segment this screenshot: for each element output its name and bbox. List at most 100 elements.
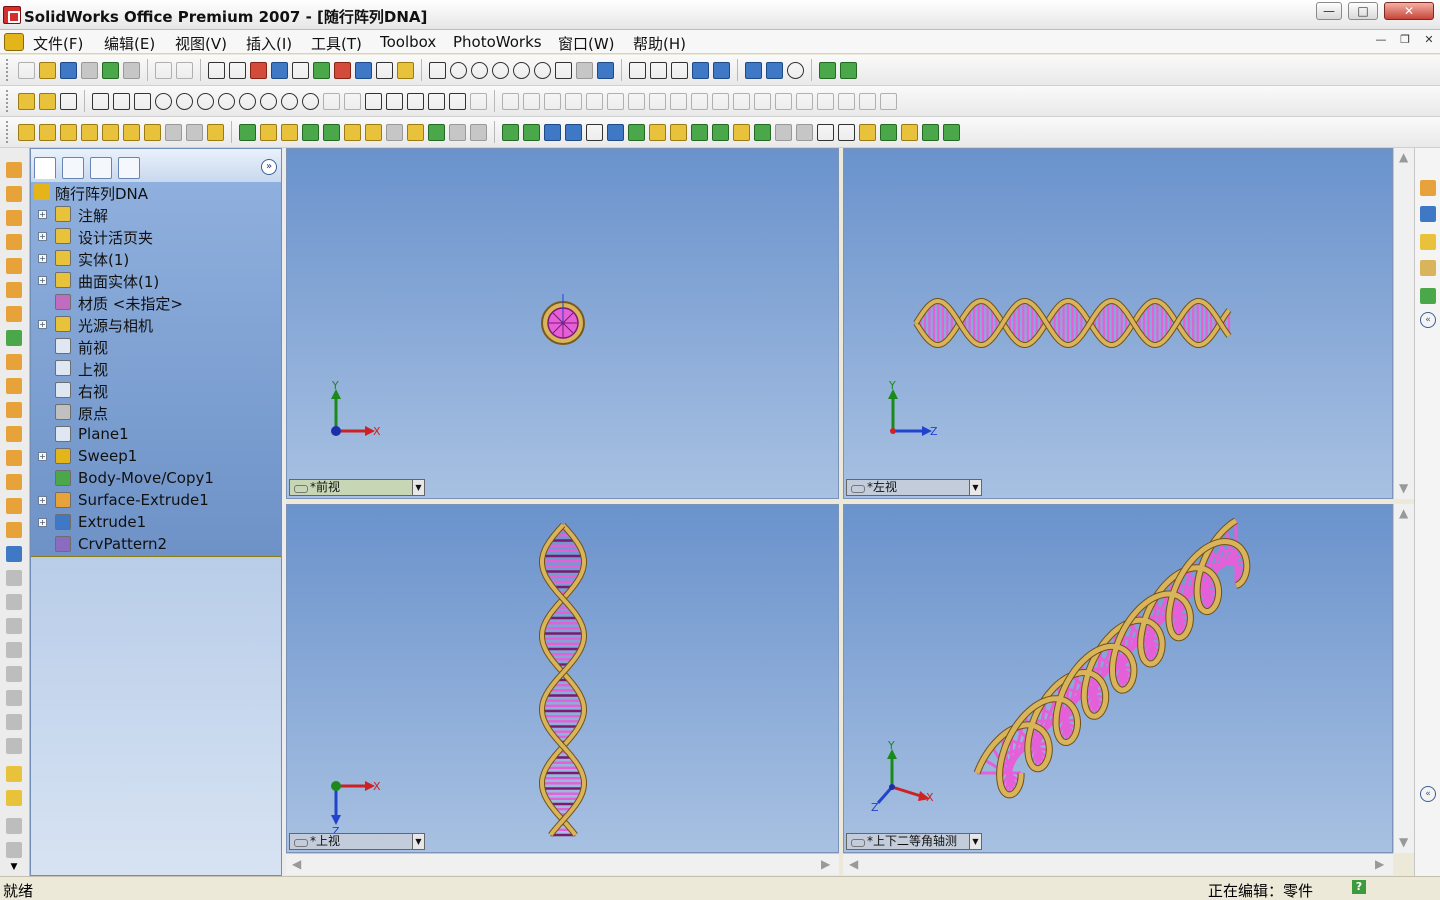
table-driven-pattern-icon[interactable] bbox=[523, 123, 540, 141]
tree-item[interactable]: 材质 <未指定> bbox=[31, 291, 281, 313]
text-icon[interactable] bbox=[407, 92, 424, 110]
knit-tool-icon[interactable] bbox=[6, 714, 22, 730]
point-tool-icon[interactable] bbox=[6, 594, 22, 610]
flex-icon[interactable] bbox=[386, 123, 403, 141]
expand-task-pane-icon[interactable]: « bbox=[1420, 786, 1436, 802]
wrap-icon[interactable] bbox=[365, 123, 382, 141]
rectangle-icon[interactable] bbox=[113, 92, 130, 110]
toolbar-grip[interactable] bbox=[6, 90, 10, 112]
collapse-task-pane-icon[interactable]: « bbox=[1420, 312, 1436, 328]
tree-item[interactable]: 前视 bbox=[31, 335, 281, 357]
sketch-driven-pattern-icon[interactable] bbox=[502, 123, 519, 141]
menu-view[interactable]: 视图(V) bbox=[175, 33, 227, 54]
select-pointer-icon[interactable] bbox=[208, 61, 225, 79]
convert-entities-icon[interactable] bbox=[523, 92, 540, 110]
sweep-tool-icon[interactable] bbox=[6, 210, 22, 226]
rebuild-icon[interactable] bbox=[102, 61, 119, 79]
close-button[interactable]: ✕ bbox=[1384, 2, 1434, 20]
draft-tool-icon[interactable] bbox=[6, 402, 22, 418]
revolve-tool-icon[interactable] bbox=[6, 186, 22, 202]
swept-boss-icon[interactable] bbox=[60, 123, 77, 141]
options-icon[interactable] bbox=[292, 61, 309, 79]
plane-feature-icon[interactable] bbox=[586, 123, 603, 141]
cut-tool-icon[interactable] bbox=[6, 258, 22, 274]
chamfer-sketch-icon[interactable] bbox=[344, 92, 361, 110]
search-icon[interactable] bbox=[1420, 260, 1436, 276]
scroll-down-icon[interactable]: ▼ bbox=[1399, 835, 1408, 849]
document-close-button[interactable]: ✕ bbox=[1420, 33, 1438, 49]
expand-toggle-icon[interactable]: + bbox=[38, 452, 47, 461]
tab-feature-tree[interactable] bbox=[34, 157, 56, 179]
rib-tool-icon[interactable] bbox=[6, 426, 22, 442]
realview-icon[interactable] bbox=[787, 61, 804, 79]
view-name-front[interactable]: *前视 ▼ bbox=[289, 479, 425, 496]
view-dropdown-icon[interactable]: ▼ bbox=[412, 480, 424, 495]
sweep-cut-tool-icon[interactable] bbox=[6, 306, 22, 322]
scroll-up-icon[interactable]: ▲ bbox=[1399, 150, 1408, 164]
shaded-with-edges-icon[interactable] bbox=[692, 61, 709, 79]
expand-toggle-icon[interactable]: + bbox=[38, 232, 47, 241]
scale-tool-icon[interactable] bbox=[6, 790, 22, 806]
tree-root[interactable]: 随行阵列DNA bbox=[31, 181, 281, 203]
shell-tool-icon[interactable] bbox=[6, 378, 22, 394]
chamfer-icon[interactable] bbox=[239, 123, 256, 141]
print-icon[interactable] bbox=[123, 61, 140, 79]
tree-item[interactable]: + Sweep1 bbox=[31, 445, 281, 467]
ellipse-icon[interactable] bbox=[281, 92, 298, 110]
projected-curve-icon[interactable] bbox=[691, 123, 708, 141]
3d-sketch-icon[interactable] bbox=[39, 92, 56, 110]
viewport-dimetric[interactable]: Y X Z *上下二等角轴测 ▼ bbox=[843, 504, 1393, 853]
fillet-sketch-icon[interactable] bbox=[323, 92, 340, 110]
circular-pattern-icon[interactable] bbox=[428, 123, 445, 141]
smart-dimension-icon[interactable] bbox=[60, 92, 77, 110]
scroll-left-icon[interactable]: ◀ bbox=[292, 857, 301, 871]
point-icon[interactable] bbox=[386, 92, 403, 110]
dynamic-mirror-icon[interactable] bbox=[670, 92, 687, 110]
macro-icon[interactable] bbox=[313, 61, 330, 79]
viewport-front[interactable]: Y X *前视 ▼ bbox=[286, 148, 839, 499]
select-filter-icon[interactable] bbox=[229, 61, 246, 79]
swept-cut-icon[interactable] bbox=[144, 123, 161, 141]
tree-item[interactable]: CrvPattern2 bbox=[31, 533, 281, 555]
circular-sketch-pattern-icon[interactable] bbox=[796, 92, 813, 110]
scale-icon[interactable] bbox=[796, 123, 813, 141]
freeform-icon[interactable] bbox=[775, 123, 792, 141]
linear-pattern-icon[interactable] bbox=[407, 123, 424, 141]
wireframe-icon[interactable] bbox=[629, 61, 646, 79]
tree-item[interactable]: Body-Move/Copy1 bbox=[31, 467, 281, 489]
spline-on-surface-icon[interactable] bbox=[449, 92, 466, 110]
helix-tool-icon[interactable] bbox=[6, 642, 22, 658]
parallelogram-icon[interactable] bbox=[134, 92, 151, 110]
expand-toggle-icon[interactable]: + bbox=[38, 320, 47, 329]
tree-item[interactable]: + Extrude1 bbox=[31, 511, 281, 533]
view-dropdown-icon[interactable]: ▼ bbox=[969, 834, 981, 849]
traffic-light-icon[interactable] bbox=[250, 61, 267, 79]
properties-icon[interactable] bbox=[376, 61, 393, 79]
viewport-top[interactable]: X Z *上视 ▼ bbox=[286, 504, 839, 853]
revolve-cut-tool-icon[interactable] bbox=[6, 282, 22, 298]
slot-icon[interactable] bbox=[817, 92, 834, 110]
3d-box-icon[interactable] bbox=[334, 61, 351, 79]
home-icon[interactable] bbox=[1420, 180, 1436, 196]
scroll-right-icon[interactable]: ▶ bbox=[821, 857, 830, 871]
centerpoint-arc-icon[interactable] bbox=[218, 92, 235, 110]
move-face-icon[interactable] bbox=[859, 123, 876, 141]
instant3d-icon[interactable] bbox=[754, 123, 771, 141]
scroll-up-icon[interactable]: ▲ bbox=[1399, 506, 1408, 520]
construction-geometry-icon[interactable] bbox=[470, 92, 487, 110]
pan-icon[interactable] bbox=[555, 61, 572, 79]
print-preview-icon[interactable] bbox=[81, 61, 98, 79]
dimension-tool-icon[interactable] bbox=[6, 818, 22, 834]
offset-entities-icon[interactable] bbox=[544, 92, 561, 110]
hole-tool-icon[interactable] bbox=[6, 450, 22, 466]
curves-icon[interactable] bbox=[649, 123, 666, 141]
intersect-icon[interactable] bbox=[901, 123, 918, 141]
view-layout-icon[interactable] bbox=[355, 61, 372, 79]
view-name-top[interactable]: *上视 ▼ bbox=[289, 833, 425, 850]
modify-sketch-icon[interactable] bbox=[838, 92, 855, 110]
extrude-boss-tool-icon[interactable] bbox=[6, 162, 22, 178]
save-icon[interactable] bbox=[60, 61, 77, 79]
extend-entities-icon[interactable] bbox=[586, 92, 603, 110]
replace-face-icon[interactable] bbox=[838, 123, 855, 141]
mirror-entities-icon[interactable] bbox=[649, 92, 666, 110]
